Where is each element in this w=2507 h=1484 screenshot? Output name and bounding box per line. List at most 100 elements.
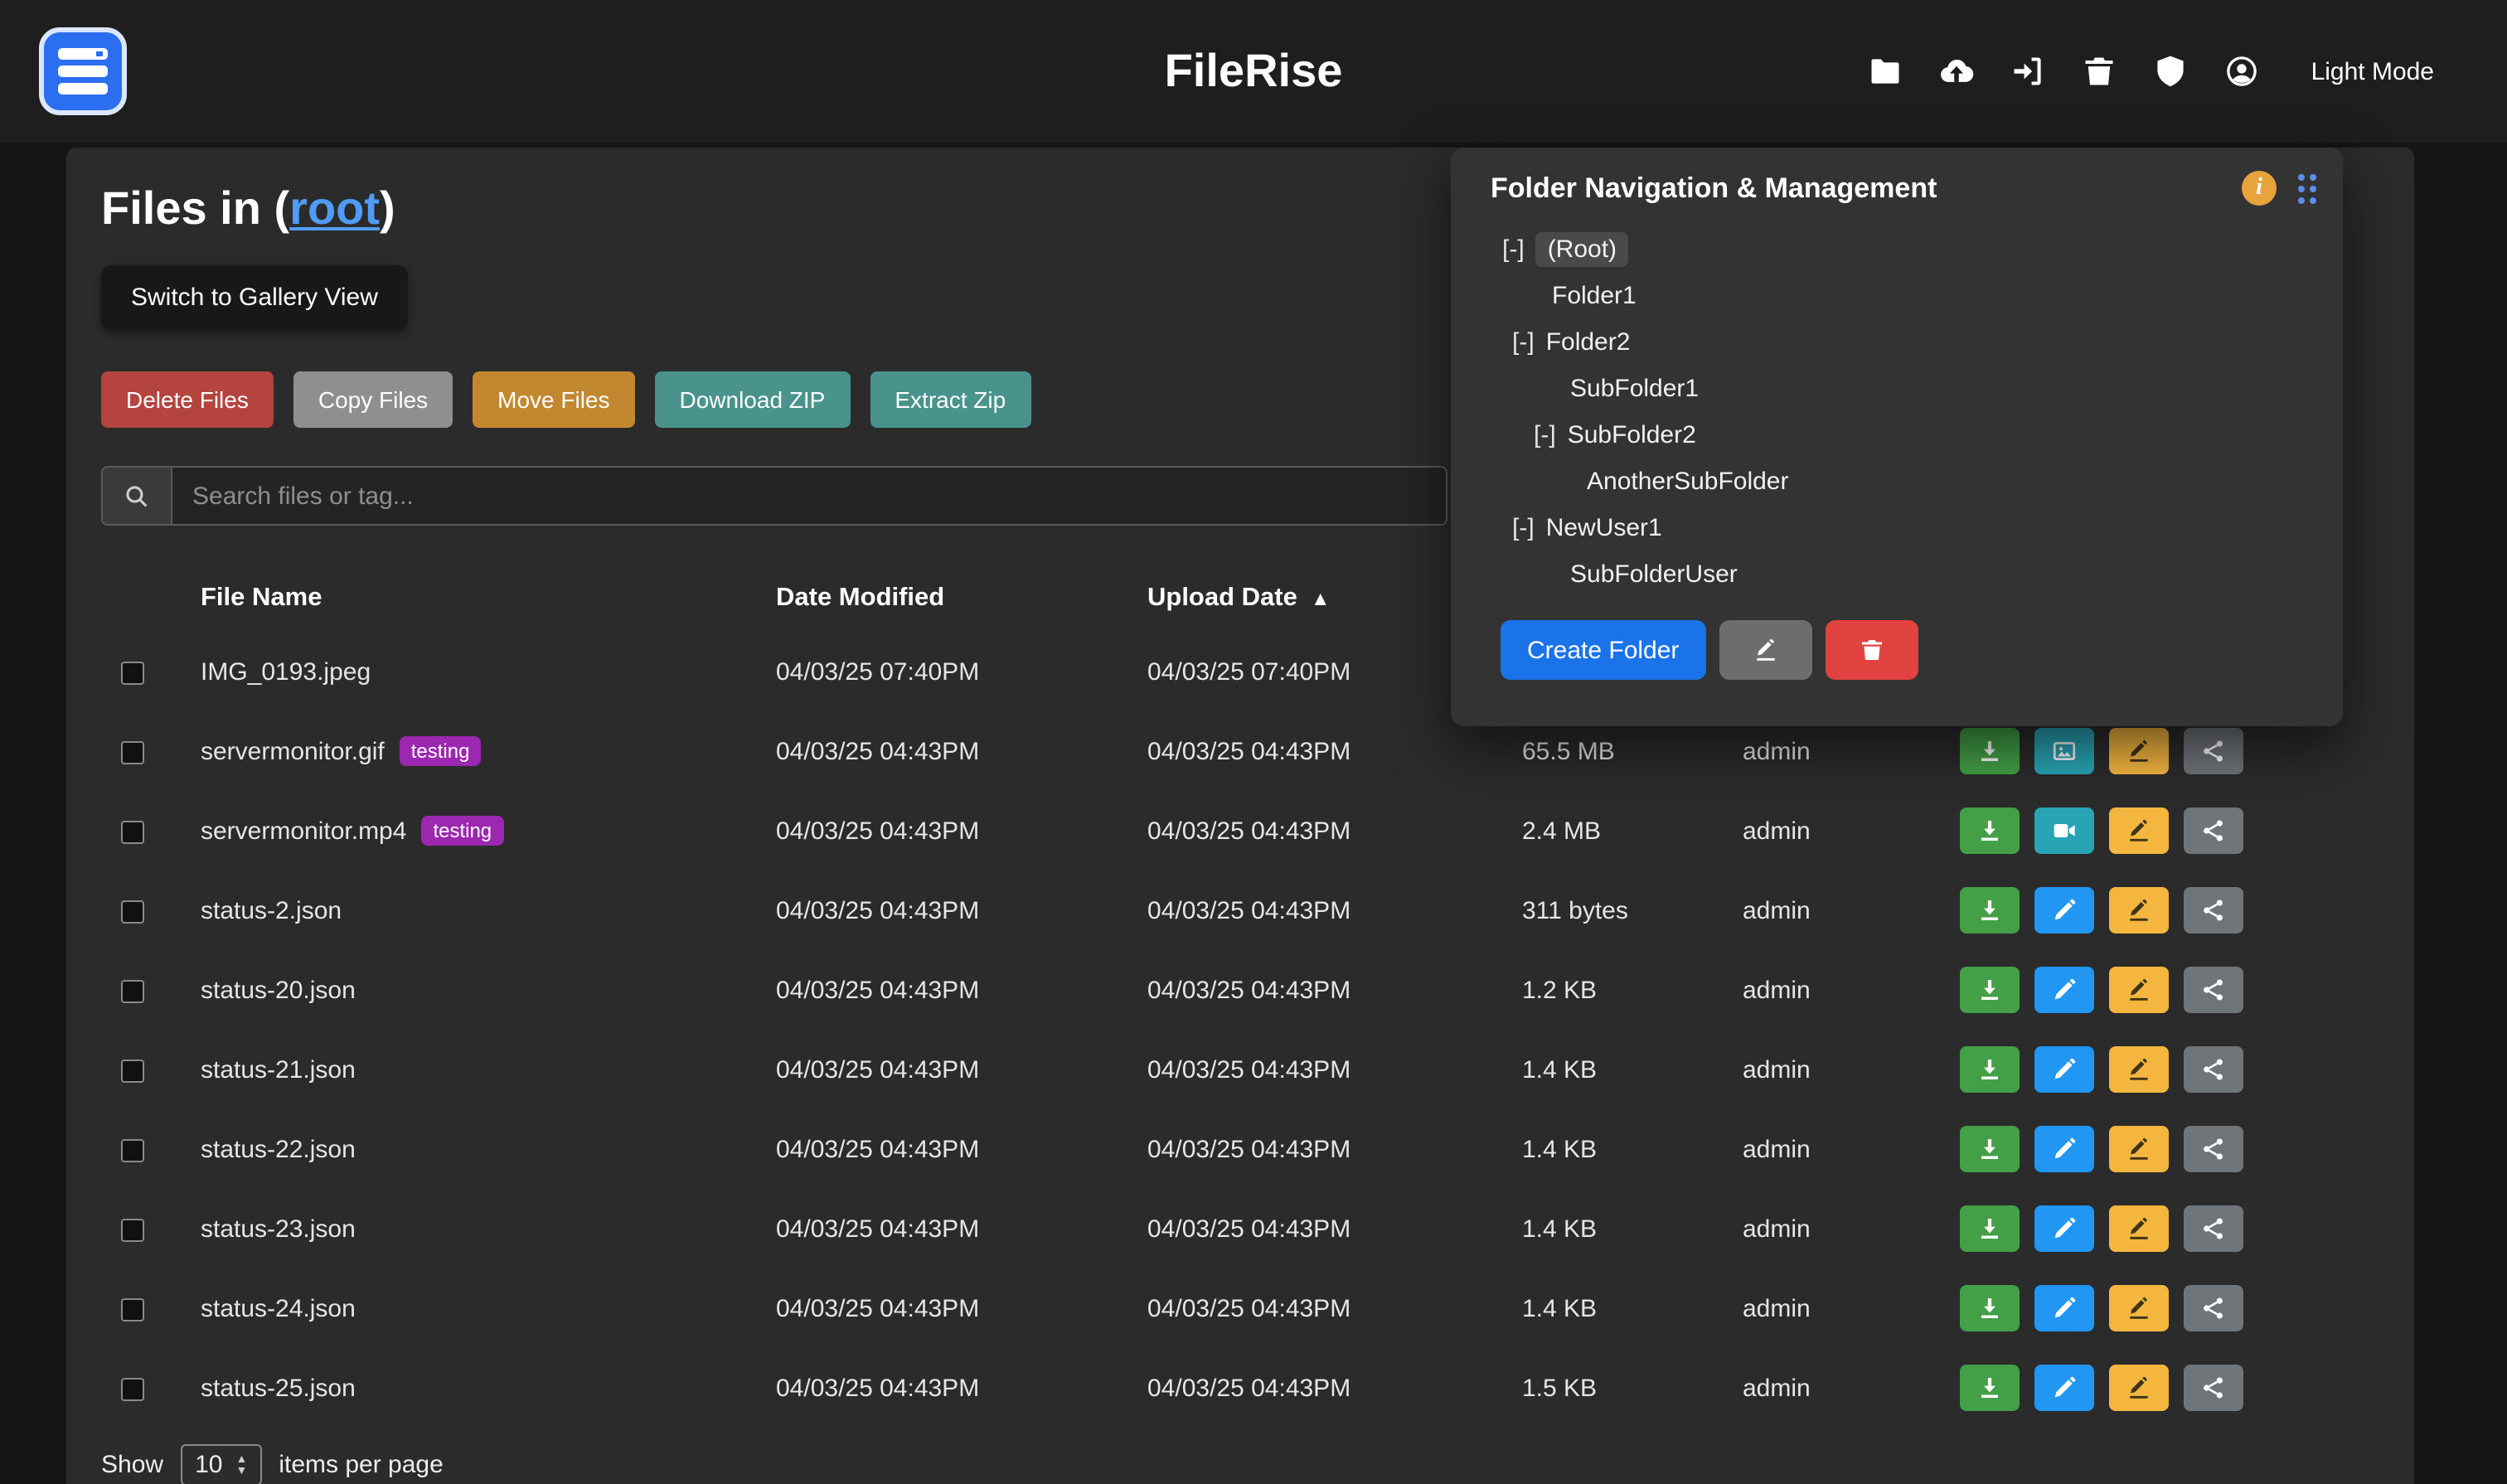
download-button[interactable] <box>1960 967 2020 1013</box>
expander-icon[interactable]: [-] <box>1534 420 1556 449</box>
col-file-name[interactable]: File Name <box>201 584 776 613</box>
row-checkbox[interactable] <box>121 979 144 1002</box>
tag-edit-button[interactable] <box>2109 887 2169 934</box>
edit-button[interactable] <box>2034 1285 2094 1331</box>
edit-button[interactable] <box>2034 887 2094 934</box>
file-name-link[interactable]: status-20.json <box>201 976 356 1004</box>
share-button[interactable] <box>2184 728 2243 774</box>
expander-icon[interactable]: [-] <box>1512 513 1535 541</box>
edit-button[interactable] <box>2034 1126 2094 1172</box>
download-button[interactable] <box>1960 1046 2020 1093</box>
tree-item-newuser1[interactable]: [-] NewUser1 <box>1501 504 2303 550</box>
row-checkbox[interactable] <box>121 1297 144 1321</box>
download-button[interactable] <box>1960 887 2020 934</box>
tag-edit-button[interactable] <box>2109 1046 2169 1093</box>
tree-item-folder2[interactable]: [-] Folder2 <box>1501 318 2303 365</box>
tag-edit-button[interactable] <box>2109 728 2169 774</box>
tag-edit-button[interactable] <box>2109 1285 2169 1331</box>
edit-button[interactable] <box>2034 1046 2094 1093</box>
file-name-link[interactable]: status-21.json <box>201 1055 356 1084</box>
tag-edit-button[interactable] <box>2109 1205 2169 1252</box>
edit-button[interactable] <box>2034 1205 2094 1252</box>
trash-icon[interactable] <box>2081 53 2117 90</box>
expander-icon[interactable]: [-] <box>1502 235 1525 263</box>
shield-icon[interactable] <box>2152 53 2189 90</box>
download-zip-button[interactable]: Download ZIP <box>655 371 851 428</box>
items-per-page-select[interactable]: 10▲▼ <box>180 1444 262 1484</box>
tree-label[interactable]: AnotherSubFolder <box>1587 467 1789 495</box>
preview-button[interactable] <box>2034 728 2094 774</box>
share-button[interactable] <box>2184 1285 2243 1331</box>
copy-files-button[interactable]: Copy Files <box>293 371 453 428</box>
share-button[interactable] <box>2184 967 2243 1013</box>
row-checkbox[interactable] <box>121 1377 144 1400</box>
row-checkbox[interactable] <box>121 820 144 843</box>
gallery-view-button[interactable]: Switch to Gallery View <box>101 265 408 330</box>
delete-folder-button[interactable] <box>1825 620 1918 680</box>
tree-label[interactable]: NewUser1 <box>1546 513 1662 541</box>
row-checkbox[interactable] <box>121 900 144 923</box>
col-date-modified[interactable]: Date Modified <box>776 584 1147 613</box>
extract-zip-button[interactable]: Extract Zip <box>870 371 1030 428</box>
tree-item-folder1[interactable]: Folder1 <box>1501 272 2303 318</box>
edit-button[interactable] <box>2034 1365 2094 1411</box>
profile-icon[interactable] <box>2223 53 2260 90</box>
tree-item-anothersubfolder[interactable]: AnotherSubFolder <box>1501 458 2303 504</box>
file-name-link[interactable]: servermonitor.mp4 <box>201 817 406 846</box>
file-name-link[interactable]: status-25.json <box>201 1374 356 1402</box>
share-button[interactable] <box>2184 887 2243 934</box>
folder-icon[interactable] <box>1867 53 1903 90</box>
download-button[interactable] <box>1960 807 2020 854</box>
file-name-link[interactable]: status-24.json <box>201 1294 356 1322</box>
tree-label[interactable]: Folder2 <box>1546 327 1631 356</box>
file-name-link[interactable]: status-22.json <box>201 1135 356 1163</box>
file-name-link[interactable]: status-23.json <box>201 1215 356 1243</box>
download-button[interactable] <box>1960 1205 2020 1252</box>
download-button[interactable] <box>1960 1285 2020 1331</box>
row-checkbox[interactable] <box>121 1218 144 1241</box>
tree-item-subfolder1[interactable]: SubFolder1 <box>1501 365 2303 411</box>
edit-button[interactable] <box>2034 967 2094 1013</box>
share-button[interactable] <box>2184 1046 2243 1093</box>
sign-in-icon[interactable] <box>2010 53 2046 90</box>
tag-edit-button[interactable] <box>2109 967 2169 1013</box>
row-checkbox[interactable] <box>121 1059 144 1082</box>
tree-label[interactable]: SubFolder2 <box>1568 420 1696 449</box>
preview-button[interactable] <box>2034 807 2094 854</box>
tag-edit-button[interactable] <box>2109 1365 2169 1411</box>
create-folder-button[interactable]: Create Folder <box>1501 620 1705 680</box>
tag-edit-button[interactable] <box>2109 807 2169 854</box>
share-button[interactable] <box>2184 1365 2243 1411</box>
search-input[interactable] <box>172 468 1446 524</box>
tree-item-root[interactable]: [-] (Root) <box>1501 226 2303 272</box>
drag-handle-icon[interactable] <box>2298 173 2316 203</box>
upload-cloud-icon[interactable] <box>1938 53 1975 90</box>
download-button[interactable] <box>1960 1365 2020 1411</box>
delete-files-button[interactable]: Delete Files <box>101 371 274 428</box>
file-name-link[interactable]: servermonitor.gif <box>201 738 385 766</box>
move-files-button[interactable]: Move Files <box>473 371 634 428</box>
file-name-link[interactable]: status-2.json <box>201 896 342 924</box>
rename-folder-button[interactable] <box>1719 620 1811 680</box>
row-checkbox[interactable] <box>121 1138 144 1161</box>
tag-edit-button[interactable] <box>2109 1126 2169 1172</box>
tree-item-subfolderuser[interactable]: SubFolderUser <box>1501 550 2303 597</box>
tree-label[interactable]: SubFolderUser <box>1570 560 1738 588</box>
table-row: status-20.json 04/03/25 04:43PM 04/03/25… <box>101 950 2379 1030</box>
info-icon[interactable]: i <box>2242 171 2277 206</box>
row-checkbox[interactable] <box>121 661 144 684</box>
download-button[interactable] <box>1960 728 2020 774</box>
tree-item-subfolder2[interactable]: [-] SubFolder2 <box>1501 411 2303 458</box>
light-mode-toggle[interactable]: Light Mode <box>2311 57 2434 85</box>
file-name-link[interactable]: IMG_0193.jpeg <box>201 657 371 686</box>
expander-icon[interactable]: [-] <box>1512 327 1535 356</box>
root-link[interactable]: root <box>289 182 380 234</box>
tree-label[interactable]: Folder1 <box>1552 281 1637 309</box>
share-button[interactable] <box>2184 1205 2243 1252</box>
download-button[interactable] <box>1960 1126 2020 1172</box>
tree-label[interactable]: (Root) <box>1536 231 1628 266</box>
tree-label[interactable]: SubFolder1 <box>1570 374 1699 402</box>
row-checkbox[interactable] <box>121 740 144 764</box>
share-button[interactable] <box>2184 1126 2243 1172</box>
share-button[interactable] <box>2184 807 2243 854</box>
